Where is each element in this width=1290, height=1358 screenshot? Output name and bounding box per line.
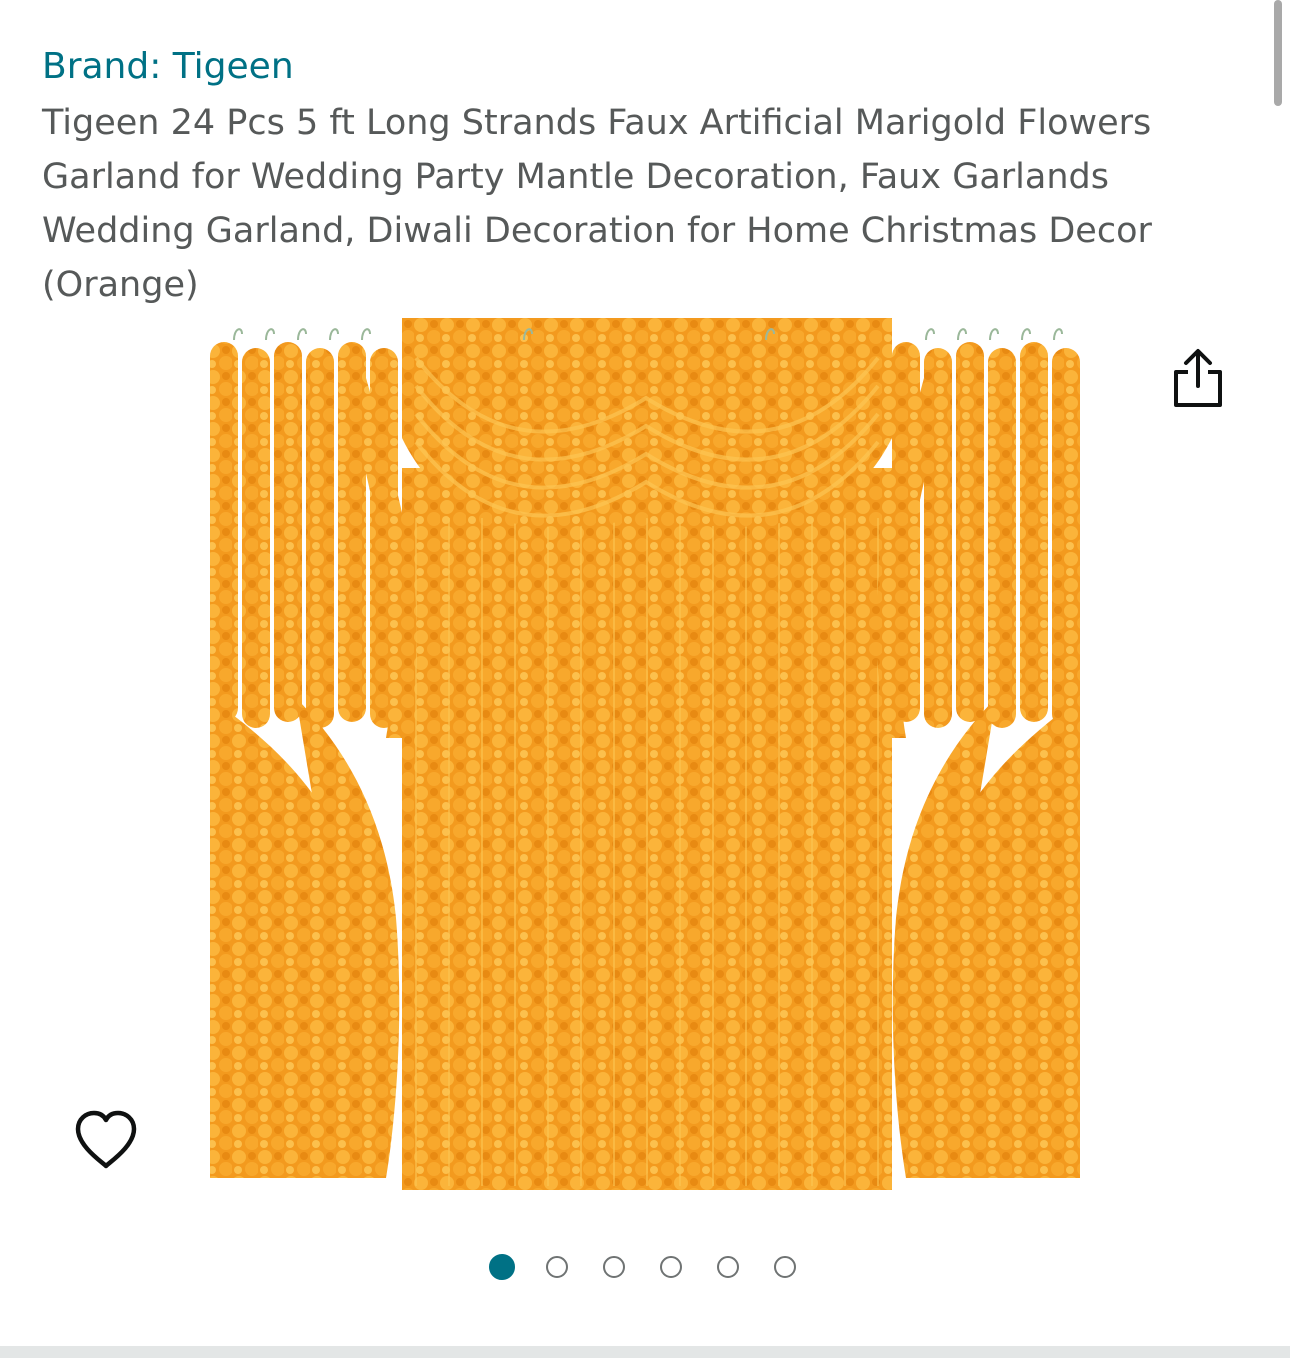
pager-dot[interactable] <box>489 1254 515 1280</box>
pager-dot[interactable] <box>660 1256 682 1278</box>
pager-dot[interactable] <box>546 1256 568 1278</box>
product-image[interactable] <box>206 318 1084 1194</box>
pager-dot[interactable] <box>774 1256 796 1278</box>
image-pager <box>489 1253 796 1281</box>
section-divider <box>0 1346 1290 1358</box>
brand-link[interactable]: Brand: Tigeen <box>42 44 294 90</box>
wishlist-button[interactable] <box>72 1108 140 1172</box>
pager-dot[interactable] <box>603 1256 625 1278</box>
share-button[interactable] <box>1168 346 1228 410</box>
product-detail-page: Brand: Tigeen Tigeen 24 Pcs 5 ft Long St… <box>0 0 1290 1358</box>
product-title: Tigeen 24 Pcs 5 ft Long Strands Faux Art… <box>42 103 1152 305</box>
scrollbar[interactable] <box>1274 0 1282 106</box>
share-icon <box>1174 349 1222 407</box>
marigold-garland-image <box>210 318 1080 1190</box>
pager-dot[interactable] <box>717 1256 739 1278</box>
heart-icon <box>75 1110 137 1169</box>
